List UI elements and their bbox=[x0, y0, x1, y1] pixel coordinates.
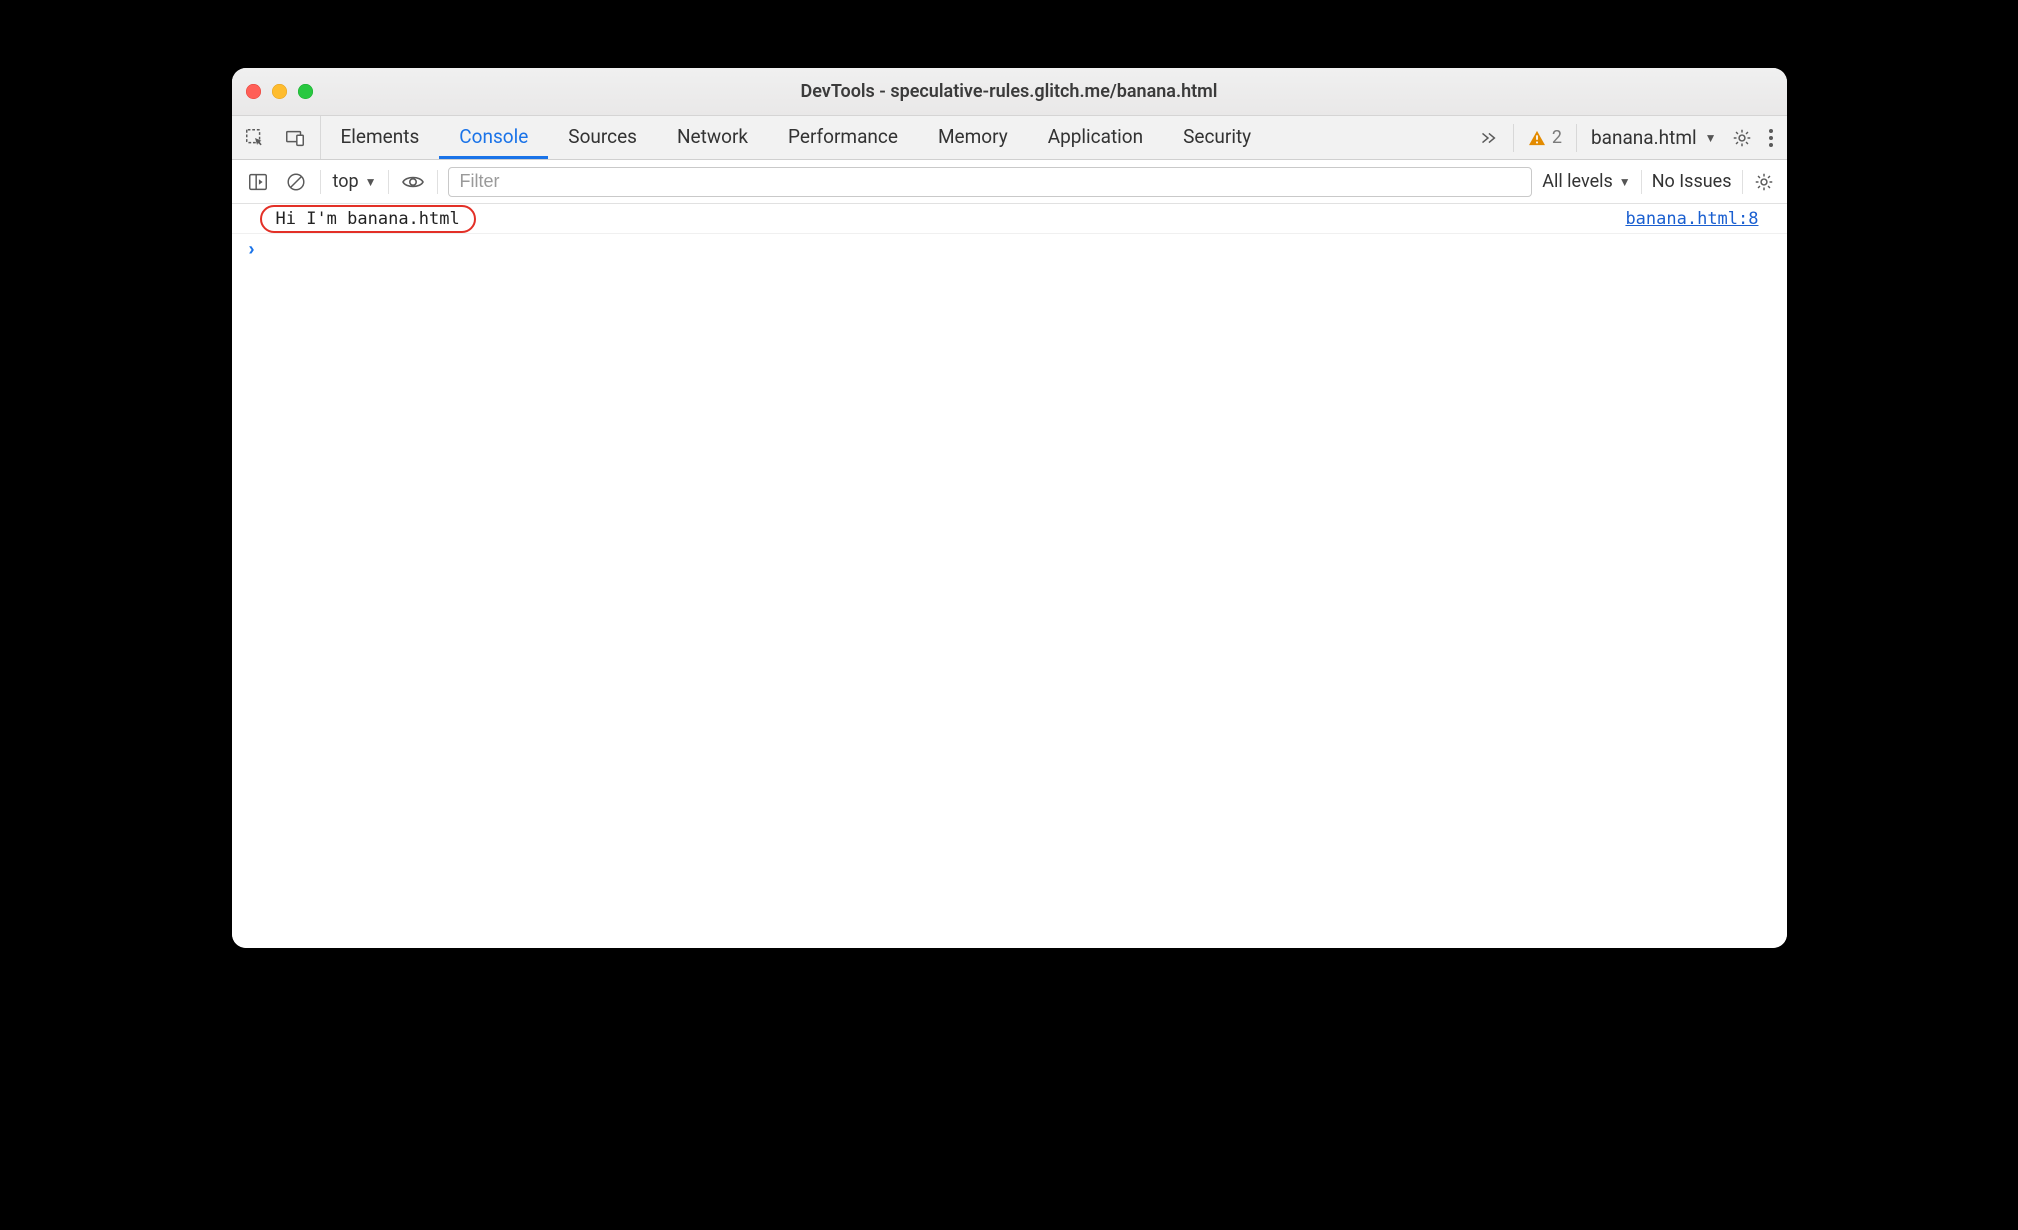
tab-elements[interactable]: Elements bbox=[321, 116, 440, 159]
titlebar: DevTools - speculative-rules.glitch.me/b… bbox=[232, 68, 1787, 116]
gear-icon bbox=[1731, 127, 1753, 149]
log-levels-selector[interactable]: All levels ▼ bbox=[1542, 171, 1630, 192]
chevron-down-icon: ▼ bbox=[1619, 175, 1631, 189]
tab-sources[interactable]: Sources bbox=[548, 116, 657, 159]
close-window-button[interactable] bbox=[246, 84, 261, 99]
tab-label: Network bbox=[677, 125, 748, 148]
separator bbox=[1576, 124, 1577, 152]
context-label: top bbox=[333, 171, 359, 192]
zoom-window-button[interactable] bbox=[298, 84, 313, 99]
separator bbox=[1513, 124, 1514, 152]
chevron-down-icon: ▼ bbox=[1705, 131, 1717, 145]
window-title: DevTools - speculative-rules.glitch.me/b… bbox=[232, 81, 1787, 102]
console-settings-button[interactable] bbox=[1753, 171, 1775, 193]
warnings-indicator[interactable]: 2 bbox=[1528, 127, 1562, 148]
settings-button[interactable] bbox=[1731, 127, 1753, 149]
separator bbox=[388, 170, 389, 194]
issues-link[interactable]: No Issues bbox=[1652, 171, 1732, 192]
live-expression-button[interactable] bbox=[399, 168, 427, 196]
eye-icon bbox=[401, 173, 425, 191]
js-context-selector[interactable]: top ▼ bbox=[331, 171, 379, 192]
tab-label: Memory bbox=[938, 125, 1008, 148]
toolbar-right: 2 banana.html ▼ bbox=[1477, 116, 1787, 159]
inspect-element-icon[interactable] bbox=[244, 127, 266, 149]
separator bbox=[437, 170, 438, 194]
kebab-icon bbox=[1767, 127, 1775, 149]
tab-network[interactable]: Network bbox=[657, 116, 768, 159]
separator bbox=[320, 170, 321, 194]
tab-console[interactable]: Console bbox=[439, 116, 548, 159]
tab-label: Application bbox=[1048, 125, 1143, 148]
console-prompt[interactable]: › bbox=[232, 234, 1787, 264]
tab-memory[interactable]: Memory bbox=[918, 116, 1028, 159]
traffic-lights bbox=[246, 84, 313, 99]
tab-label: Console bbox=[459, 125, 528, 148]
console-filter-input[interactable] bbox=[448, 167, 1532, 197]
panel-tabs-bar: Elements Console Sources Network Perform… bbox=[232, 116, 1787, 160]
more-options-button[interactable] bbox=[1767, 127, 1775, 149]
tab-label: Performance bbox=[788, 125, 898, 148]
console-log-message: Hi I'm banana.html bbox=[260, 205, 476, 233]
clear-console-button[interactable] bbox=[282, 168, 310, 196]
gear-icon bbox=[1753, 171, 1775, 193]
warning-count: 2 bbox=[1552, 127, 1562, 148]
minimize-window-button[interactable] bbox=[272, 84, 287, 99]
clear-icon bbox=[285, 171, 307, 193]
separator bbox=[1742, 170, 1743, 194]
device-toolbar-icon[interactable] bbox=[284, 127, 306, 149]
prompt-caret-icon: › bbox=[249, 239, 255, 260]
tab-security[interactable]: Security bbox=[1163, 116, 1271, 159]
chevron-down-icon: ▼ bbox=[365, 175, 377, 189]
issues-label: No Issues bbox=[1652, 171, 1732, 192]
tab-performance[interactable]: Performance bbox=[768, 116, 918, 159]
sidebar-toggle-icon bbox=[247, 171, 269, 193]
panel-tabs: Elements Console Sources Network Perform… bbox=[321, 116, 1272, 159]
console-output: Hi I'm banana.html banana.html:8 › bbox=[232, 204, 1787, 948]
warning-icon bbox=[1528, 130, 1546, 146]
console-toolbar: top ▼ All levels ▼ No Issues bbox=[232, 160, 1787, 204]
levels-label: All levels bbox=[1542, 171, 1613, 192]
tab-label: Sources bbox=[568, 125, 637, 148]
console-log-row[interactable]: Hi I'm banana.html banana.html:8 bbox=[232, 204, 1787, 234]
tab-label: Elements bbox=[341, 125, 420, 148]
target-selector[interactable]: banana.html ▼ bbox=[1591, 126, 1717, 149]
separator bbox=[1641, 170, 1642, 194]
target-label: banana.html bbox=[1591, 126, 1697, 149]
toggle-console-sidebar-button[interactable] bbox=[244, 168, 272, 196]
tab-label: Security bbox=[1183, 125, 1251, 148]
toolbar-left-icons bbox=[232, 116, 321, 159]
devtools-window: DevTools - speculative-rules.glitch.me/b… bbox=[232, 68, 1787, 948]
console-log-source-link[interactable]: banana.html:8 bbox=[1625, 209, 1758, 229]
tab-application[interactable]: Application bbox=[1028, 116, 1163, 159]
tabs-overflow-button[interactable] bbox=[1477, 127, 1499, 149]
